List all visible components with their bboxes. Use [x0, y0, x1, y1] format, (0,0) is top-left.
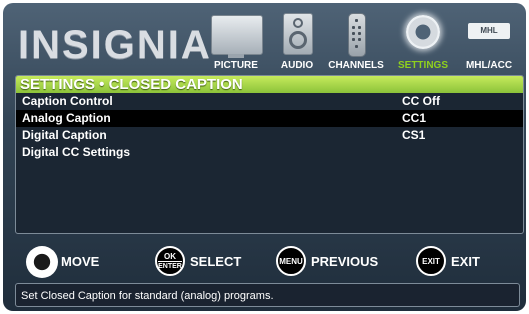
- tv-icon: [211, 15, 263, 55]
- nav-tab-label: CHANNELS: [328, 60, 384, 71]
- help-text: Set Closed Caption for standard (analog)…: [15, 283, 520, 307]
- control-exit: EXIT EXIT: [416, 246, 506, 278]
- nav-tab-label: AUDIO: [280, 60, 314, 71]
- nav-tab-mhl-acc[interactable]: MHL MHL/ACC: [458, 11, 520, 73]
- nav-tab-label: PICTURE: [214, 60, 258, 71]
- brand-logo: INSIGNIA: [18, 23, 212, 67]
- dpad-icon: [26, 246, 58, 278]
- mhl-icon: MHL: [468, 23, 510, 39]
- remote-icon: [348, 13, 366, 57]
- row-label: Caption Control: [22, 94, 113, 108]
- nav-tab-audio[interactable]: AUDIO: [273, 11, 321, 73]
- exit-button-icon: EXIT: [416, 246, 446, 276]
- nav-tab-picture[interactable]: PICTURE: [208, 11, 264, 73]
- panel-title: SETTINGS • CLOSED CAPTION: [16, 76, 523, 93]
- control-move: MOVE: [26, 246, 126, 278]
- row-label: Digital Caption: [22, 128, 107, 142]
- tv-menu-screen: INSIGNIA PICTURE AUDIO CHANNELS SETTINGS…: [3, 3, 526, 311]
- control-label: PREVIOUS: [311, 254, 379, 269]
- row-label: Digital CC Settings: [22, 145, 131, 159]
- speaker-icon: [283, 13, 313, 55]
- closed-caption-panel: SETTINGS • CLOSED CAPTION Caption Contro…: [15, 75, 524, 234]
- nav-tab-settings[interactable]: SETTINGS: [394, 11, 452, 73]
- row-label: Analog Caption: [22, 111, 111, 125]
- row-value: CC1: [402, 111, 427, 125]
- nav-tab-label: MHL/ACC: [465, 60, 513, 71]
- menu-row-analog-caption[interactable]: Analog Caption CC1: [16, 110, 523, 127]
- control-previous: MENU PREVIOUS: [276, 246, 406, 278]
- control-label: EXIT: [451, 254, 480, 269]
- nav-tab-channels[interactable]: CHANNELS: [326, 11, 386, 73]
- menu-row-caption-control[interactable]: Caption Control CC Off: [16, 93, 523, 110]
- nav-tab-label: SETTINGS: [397, 60, 448, 71]
- menu-button-icon: MENU: [276, 246, 306, 276]
- tv-stand: [228, 54, 244, 58]
- row-value: CC Off: [402, 94, 440, 108]
- control-label: SELECT: [190, 254, 242, 269]
- gear-icon: [406, 15, 440, 49]
- control-select: OK ENTER SELECT: [155, 246, 265, 278]
- menu-row-digital-caption[interactable]: Digital Caption CS1: [16, 127, 523, 144]
- ok-enter-button-icon: OK ENTER: [155, 246, 185, 276]
- menu-row-digital-cc-settings[interactable]: Digital CC Settings: [16, 144, 523, 161]
- row-value: CS1: [402, 128, 426, 142]
- control-label: MOVE: [61, 254, 100, 269]
